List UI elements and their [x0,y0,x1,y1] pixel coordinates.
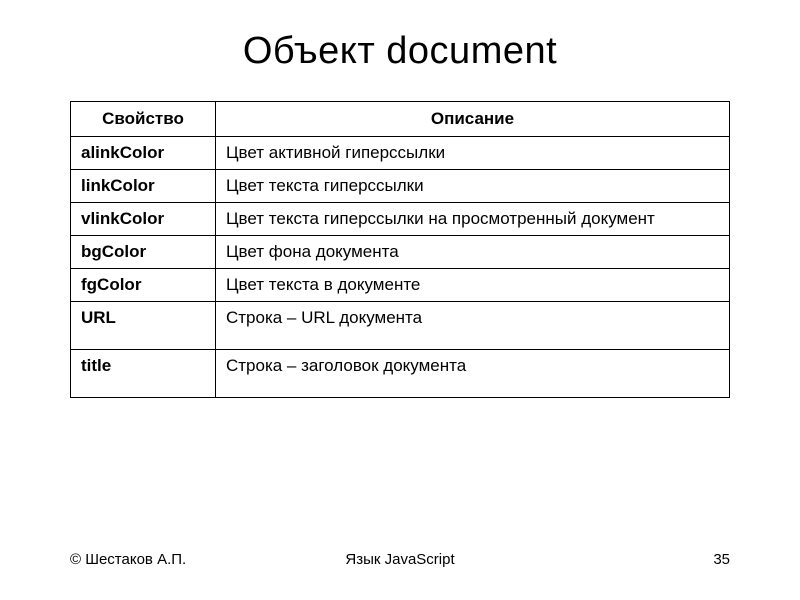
cell-description: Строка – URL документа [215,302,729,350]
table-row: bgColor Цвет фона документа [71,236,730,269]
slide-container: Объект document Свойство Описание alinkC… [0,0,800,600]
footer-author: © Шестаков А.П. [70,551,186,568]
cell-description: Цвет фона документа [215,236,729,269]
slide-footer: © Шестаков А.П. Язык JavaScript 35 [70,551,730,568]
cell-property: alinkColor [71,137,216,170]
table-header-row: Свойство Описание [71,102,730,137]
header-description: Описание [215,102,729,137]
table-row: URL Строка – URL документа [71,302,730,350]
table-row: fgColor Цвет текста в документе [71,269,730,302]
properties-table: Свойство Описание alinkColor Цвет активн… [70,101,730,398]
cell-property: vlinkColor [71,203,216,236]
cell-description: Строка – заголовок документа [215,350,729,398]
footer-subject: Язык JavaScript [345,551,454,568]
cell-property: fgColor [71,269,216,302]
table-row: title Строка – заголовок документа [71,350,730,398]
cell-property: linkColor [71,170,216,203]
footer-page-number: 35 [713,551,730,568]
table-row: alinkColor Цвет активной гиперссылки [71,137,730,170]
cell-description: Цвет активной гиперссылки [215,137,729,170]
cell-description: Цвет текста гиперссылки на просмотренный… [215,203,729,236]
cell-property: URL [71,302,216,350]
header-property: Свойство [71,102,216,137]
table-row: vlinkColor Цвет текста гиперссылки на пр… [71,203,730,236]
slide-title: Объект document [70,30,730,73]
cell-description: Цвет текста в документе [215,269,729,302]
cell-property: bgColor [71,236,216,269]
cell-property: title [71,350,216,398]
cell-description: Цвет текста гиперссылки [215,170,729,203]
table-row: linkColor Цвет текста гиперссылки [71,170,730,203]
